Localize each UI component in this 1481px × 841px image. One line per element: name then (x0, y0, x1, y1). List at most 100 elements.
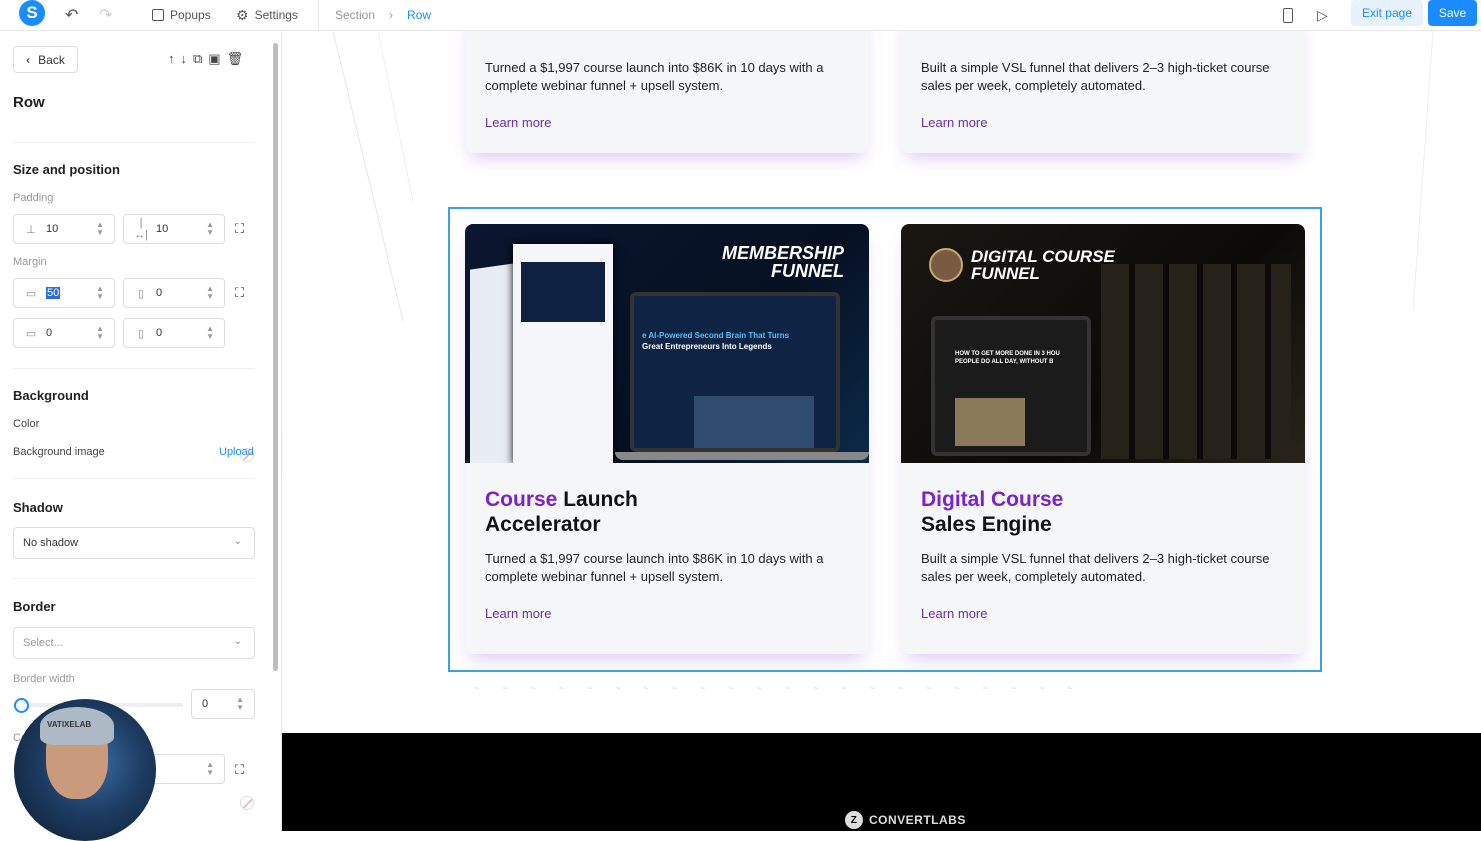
panel-title: Row (13, 94, 45, 111)
horizontal-padding-icon: |↔| (134, 217, 148, 241)
margin-bottom-icon: ▭ (25, 327, 37, 340)
learn-more-link[interactable]: Learn more (921, 115, 987, 130)
save-button[interactable]: Save (1428, 0, 1477, 26)
border-width-value: 0 (202, 698, 209, 710)
move-down-icon[interactable]: ↓ (181, 51, 188, 67)
chevron-left-icon: ‹ (26, 52, 31, 67)
breadcrumb-row[interactable]: Row (407, 8, 431, 22)
divider (13, 368, 255, 369)
padding-label: Padding (13, 192, 54, 204)
stepper-icon[interactable]: ▲ ▼ (96, 285, 104, 301)
stepper-icon[interactable]: ▲ ▼ (96, 221, 104, 237)
decorative-squiggles: ~~~~~~~~~~~~~~~~~~~~~~ (474, 683, 1096, 693)
shadow-select[interactable]: No shadow ⌄ (13, 527, 255, 559)
border-width-slider-handle[interactable] (14, 698, 29, 713)
divider (13, 578, 255, 579)
move-up-icon[interactable]: ↑ (168, 51, 175, 67)
expand-margin-icon[interactable]: ⛶ (235, 285, 244, 301)
expand-corner-icon[interactable]: ⛶ (235, 762, 244, 778)
margin-bottom-field[interactable]: ▭ 0 ▲ ▼ (13, 318, 115, 348)
padding-horizontal-value: 10 (156, 223, 169, 235)
feature-card: Turned a $1,997 course launch into $86K … (465, 31, 869, 153)
play-icon: ▷ (1317, 6, 1328, 23)
stepper-icon[interactable]: ▲ ▼ (96, 325, 104, 341)
border-select[interactable]: Select... ⌄ (13, 627, 255, 659)
color-label: Color (13, 418, 40, 430)
size-position-heading: Size and position (13, 162, 120, 177)
popup-icon (152, 9, 164, 21)
webcam-overlay: VATIXELAB (14, 699, 156, 841)
learn-more-link[interactable]: Learn more (485, 115, 551, 130)
margin-left-icon: ▯ (137, 287, 145, 300)
undo-icon: ↶ (65, 7, 79, 24)
toolbar-divider (318, 0, 319, 30)
settings-sidebar: ‹ Back ↑ ↓ ⧉ ▣ 🗑 Row Size and position P… (0, 31, 282, 831)
row-actions: ↑ ↓ ⧉ ▣ 🗑 (168, 51, 243, 67)
row-selection-outline[interactable] (448, 207, 1322, 672)
padding-vertical-field[interactable]: ⊥ 10 ▲ ▼ (13, 214, 115, 244)
chevron-down-icon: ⌄ (233, 536, 242, 547)
margin-top-field[interactable]: ▭ 50 ▲ ▼ (13, 278, 115, 308)
padding-horizontal-field[interactable]: |↔| 10 ▲ ▼ (123, 214, 225, 244)
margin-label: Margin (13, 256, 47, 268)
stepper-icon[interactable]: ▲ ▼ (206, 761, 214, 777)
back-button[interactable]: ‹ Back (13, 46, 78, 73)
padding-vertical-value: 10 (46, 223, 59, 235)
gear-icon: ⚙ (236, 6, 249, 23)
upload-link[interactable]: Upload (219, 446, 254, 458)
footer-logo[interactable]: Z CONVERTLABS (845, 811, 966, 829)
border-placeholder: Select... (23, 637, 63, 649)
expand-padding-icon[interactable]: ⛶ (235, 221, 244, 237)
breadcrumb-separator: › (389, 8, 394, 22)
redo-button[interactable]: ↷ (99, 5, 112, 25)
breadcrumb: Section › Row (335, 5, 431, 25)
border-width-label: Border width (13, 673, 75, 685)
margin-right-value: 0 (156, 327, 163, 339)
undo-button[interactable]: ↶ (65, 5, 78, 25)
mobile-icon (1283, 7, 1293, 23)
stepper-icon[interactable]: ▲ ▼ (206, 221, 214, 237)
save-block-icon[interactable]: ▣ (208, 51, 220, 67)
card-description: Turned a $1,997 course launch into $86K … (485, 60, 824, 93)
back-label: Back (38, 52, 65, 67)
margin-top-value: 50 (46, 287, 61, 299)
vertical-padding-icon: ⊥ (26, 223, 36, 236)
sidebar-scrollbar[interactable] (273, 43, 278, 671)
top-toolbar: S ↶ ↷ Popups ⚙ Settings Section › Row ▷ … (0, 0, 1481, 31)
cap-text: VATIXELAB (47, 720, 92, 729)
popups-button[interactable]: Popups (152, 5, 211, 25)
divider (13, 478, 255, 479)
duplicate-icon[interactable]: ⧉ (193, 51, 202, 67)
shadow-value: No shadow (23, 537, 79, 549)
corner-color-swatch[interactable] (240, 796, 254, 810)
margin-right-field[interactable]: ▯ 0 ▲ ▼ (123, 318, 225, 348)
mobile-preview-button[interactable] (1283, 5, 1293, 25)
trash-icon[interactable]: 🗑 (227, 51, 244, 67)
redo-icon: ↷ (99, 7, 113, 24)
margin-top-icon: ▭ (25, 287, 37, 300)
footer-brand: CONVERTLABS (869, 813, 966, 827)
border-width-field[interactable]: 0 ▲ ▼ (191, 689, 255, 719)
margin-left-value: 0 (156, 287, 163, 299)
divider (13, 142, 255, 143)
chevron-down-icon: ⌄ (233, 636, 242, 647)
stepper-icon[interactable]: ▲ ▼ (206, 325, 214, 341)
shadow-heading: Shadow (13, 500, 63, 515)
exit-page-button[interactable]: Exit page (1351, 0, 1423, 26)
margin-bottom-value: 0 (46, 327, 53, 339)
breadcrumb-section[interactable]: Section (335, 8, 375, 22)
stepper-icon[interactable]: ▲ ▼ (236, 696, 244, 712)
feature-card: Built a simple VSL funnel that delivers … (901, 31, 1305, 153)
margin-right-icon: ▯ (137, 327, 145, 340)
card-description: Built a simple VSL funnel that delivers … (921, 60, 1270, 93)
page-footer: Z CONVERTLABS (282, 733, 1481, 831)
app-logo[interactable]: S (19, 0, 45, 26)
background-heading: Background (13, 388, 89, 403)
settings-label: Settings (254, 8, 298, 22)
preview-button[interactable]: ▷ (1317, 5, 1328, 25)
margin-left-field[interactable]: ▯ 0 ▲ ▼ (123, 278, 225, 308)
convertlabs-logo-icon: Z (845, 811, 863, 829)
border-heading: Border (13, 599, 56, 614)
stepper-icon[interactable]: ▲ ▼ (206, 285, 214, 301)
settings-button[interactable]: ⚙ Settings (236, 5, 298, 25)
